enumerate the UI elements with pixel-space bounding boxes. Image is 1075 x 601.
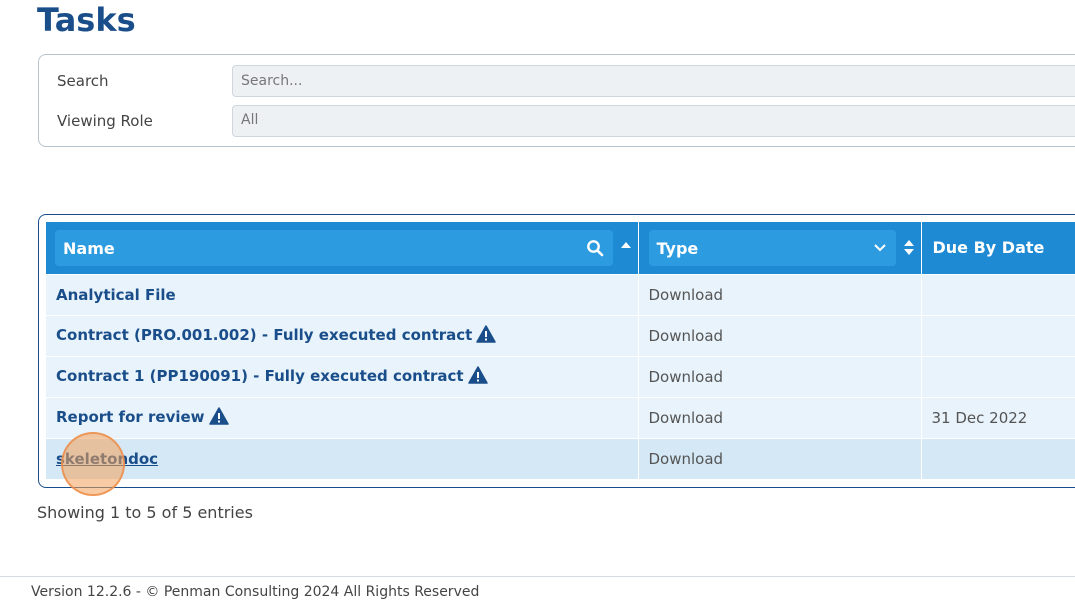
viewing-role-label: Viewing Role <box>57 112 153 130</box>
table-row[interactable]: Analytical File Download <box>46 274 1075 315</box>
warning-icon <box>476 324 497 347</box>
cell-name: Analytical File <box>46 274 639 315</box>
cell-due-date <box>921 315 1075 356</box>
task-name-link[interactable]: Contract (PRO.001.002) - Fully executed … <box>56 326 472 344</box>
cell-type: Download <box>638 438 922 479</box>
task-name-link[interactable]: Contract 1 (PP190091) - Fully executed c… <box>56 367 464 385</box>
task-name-link[interactable]: skeletondoc <box>56 450 158 468</box>
entries-summary: Showing 1 to 5 of 5 entries <box>37 503 253 522</box>
column-header-name[interactable]: Name <box>46 222 639 274</box>
table-row[interactable]: Contract 1 (PP190091) - Fully executed c… <box>46 356 1075 397</box>
cell-due-date: 31 Dec 2022 <box>931 408 1028 427</box>
sort-icon[interactable] <box>903 240 914 256</box>
role-row: Viewing Role All <box>39 105 1075 137</box>
table-header-row: Name Type Due By Date <box>46 222 1075 274</box>
cell-due-date <box>921 274 1075 315</box>
column-name-label: Name <box>63 238 115 258</box>
warning-icon <box>208 406 229 429</box>
table-row[interactable]: Report for review Download 31 Dec 2022 <box>46 397 1075 438</box>
task-name-link[interactable]: Report for review <box>56 408 205 426</box>
chevron-down-icon[interactable] <box>872 240 888 256</box>
column-type-label: Type <box>656 238 699 258</box>
filter-panel: Search Viewing Role All <box>38 54 1075 147</box>
warning-icon <box>467 365 488 388</box>
viewing-role-value: All <box>241 112 259 128</box>
tasks-table-container: Name Type Due By Date Analytical File Do… <box>38 214 1075 488</box>
type-filter[interactable]: Type <box>648 230 896 266</box>
search-icon[interactable] <box>585 238 605 258</box>
cell-name: Contract 1 (PP190091) - Fully executed c… <box>46 356 639 397</box>
viewing-role-select[interactable]: All <box>232 105 1075 137</box>
sort-ascending-icon[interactable] <box>620 242 631 248</box>
cell-type: Download <box>638 397 922 438</box>
table-row[interactable]: skeletondoc Download <box>46 438 1075 479</box>
cell-due-date <box>921 356 1075 397</box>
cell-due-date <box>921 438 1075 479</box>
search-row: Search <box>39 65 1075 97</box>
cell-type: Download <box>638 274 922 315</box>
cell-name: Contract (PRO.001.002) - Fully executed … <box>46 315 639 356</box>
column-due-label: Due By Date <box>932 238 1045 258</box>
footer-text: Version 12.2.6 - © Penman Consulting 202… <box>31 584 480 600</box>
table-row[interactable]: Contract (PRO.001.002) - Fully executed … <box>46 315 1075 356</box>
search-label: Search <box>57 72 109 90</box>
cell-type: Download <box>638 315 922 356</box>
cell-type: Download <box>638 356 922 397</box>
column-header-due-date[interactable]: Due By Date <box>921 222 1075 274</box>
search-input[interactable] <box>232 65 1075 97</box>
name-filter[interactable]: Name <box>55 230 613 266</box>
tasks-table: Name Type Due By Date Analytical File Do… <box>46 222 1075 479</box>
task-name-link[interactable]: Analytical File <box>56 286 176 304</box>
cell-name: skeletondoc <box>46 438 639 479</box>
footer-divider <box>0 576 1075 577</box>
column-header-type[interactable]: Type <box>638 222 922 274</box>
cell-name: Report for review <box>46 397 639 438</box>
page-title: Tasks <box>37 1 136 39</box>
